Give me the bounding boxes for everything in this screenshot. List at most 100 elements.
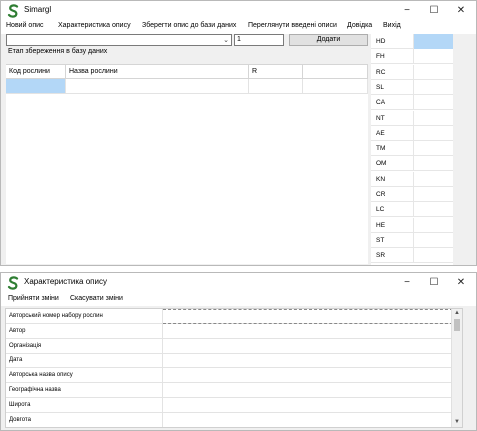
property-label: Автор: [6, 323, 163, 339]
code-label: ST: [376, 236, 385, 244]
property-label: Довгота: [6, 412, 163, 427]
code-value-cell[interactable]: [413, 110, 453, 126]
property-value-input[interactable]: [163, 383, 453, 398]
table-cell[interactable]: [66, 79, 249, 94]
code-value-cell[interactable]: [413, 64, 453, 80]
code-row[interactable]: HD: [371, 34, 453, 49]
scroll-thumb[interactable]: [454, 319, 460, 331]
plant-combobox[interactable]: ⌄: [6, 34, 232, 46]
menu-save-to-database[interactable]: Зберегти опис до бази даних: [142, 22, 236, 29]
window-title: Simargl: [24, 5, 52, 14]
property-value-input[interactable]: [163, 309, 453, 324]
property-row: Організація: [6, 338, 462, 354]
property-value-input[interactable]: [163, 368, 453, 383]
code-value-cell[interactable]: [413, 34, 453, 49]
code-row[interactable]: SR: [371, 248, 453, 264]
code-row[interactable]: RC: [371, 64, 453, 80]
header-r[interactable]: R: [249, 65, 303, 79]
maximize-button[interactable]: ☐: [419, 275, 449, 291]
code-value-cell[interactable]: [413, 187, 453, 202]
title-bar: Характеристика опису − ☐ ✕: [1, 273, 476, 293]
property-row: Авторська назва опису: [6, 368, 462, 384]
code-row[interactable]: FH: [371, 49, 453, 65]
vertical-scrollbar[interactable]: ▲ ▼: [451, 309, 462, 427]
minimize-button[interactable]: −: [392, 275, 422, 291]
code-label: SR: [376, 252, 386, 260]
code-row[interactable]: KN: [371, 171, 453, 187]
header-plant-code[interactable]: Код рослини: [6, 65, 66, 79]
code-row[interactable]: AE: [371, 125, 453, 141]
code-row[interactable]: SL: [371, 79, 453, 95]
main-window: Simargl − ☐ ✕ Новий опис Характеристика …: [0, 0, 477, 266]
property-value-input[interactable]: [163, 339, 453, 354]
property-label: Авторська назва опису: [6, 368, 163, 384]
code-row[interactable]: CR: [371, 187, 453, 202]
property-value-input[interactable]: [163, 353, 453, 368]
header-extra[interactable]: [303, 65, 368, 79]
code-row[interactable]: NT: [371, 110, 453, 126]
code-value-cell[interactable]: [413, 156, 453, 172]
code-value-cell[interactable]: [413, 125, 453, 141]
property-row: Довгота: [6, 412, 462, 427]
stage-label: Етап збереження в базу даних: [8, 48, 108, 55]
code-value-cell[interactable]: [413, 232, 453, 248]
table-cell[interactable]: [249, 79, 303, 94]
quantity-input[interactable]: 1: [234, 34, 284, 46]
code-value-cell[interactable]: [413, 141, 453, 157]
code-label: RC: [376, 68, 386, 76]
scroll-up-icon[interactable]: ▲: [452, 309, 462, 318]
code-label: KN: [376, 175, 386, 183]
maximize-button[interactable]: ☐: [419, 3, 449, 19]
code-label: HD: [376, 38, 386, 45]
table-cell[interactable]: [303, 79, 368, 94]
close-button[interactable]: ✕: [446, 3, 476, 19]
properties-grid: Авторський номер набору рослин Автор Орган…: [5, 308, 463, 428]
menu-help[interactable]: Довідка: [347, 22, 372, 29]
code-value-cell[interactable]: [413, 202, 453, 218]
property-value-input[interactable]: [163, 398, 453, 413]
code-label: FH: [376, 53, 385, 61]
code-label: CR: [376, 191, 386, 198]
cancel-changes-button[interactable]: Скасувати зміни: [70, 295, 123, 302]
code-row[interactable]: OM: [371, 156, 453, 172]
window-title: Характеристика опису: [24, 277, 107, 286]
code-value-cell[interactable]: [413, 217, 453, 233]
accept-changes-button[interactable]: Прийняти зміни: [8, 295, 59, 302]
property-value-input[interactable]: [163, 413, 453, 427]
property-row: Авторський номер набору рослин: [6, 309, 462, 324]
property-row: Широта: [6, 397, 462, 413]
plants-table: Код рослини Назва рослини R: [6, 64, 368, 264]
menu-new-description[interactable]: Новий опис: [6, 22, 44, 29]
code-value-cell[interactable]: [413, 79, 453, 95]
code-value-cell[interactable]: [413, 95, 453, 111]
scroll-down-icon[interactable]: ▼: [452, 418, 462, 427]
code-label: SL: [376, 83, 384, 91]
code-label: HE: [376, 221, 386, 229]
property-label: Широта: [6, 397, 163, 413]
title-bar: Simargl − ☐ ✕: [1, 1, 476, 21]
code-value-cell[interactable]: [413, 49, 453, 65]
code-label: CA: [376, 99, 386, 107]
property-label: Географічна назва: [6, 383, 163, 398]
code-value-cell[interactable]: [413, 171, 453, 187]
code-value-cell[interactable]: [413, 248, 453, 264]
menu-description-characteristics[interactable]: Характеристика опису: [58, 22, 131, 29]
codes-table: HD FH RC SL CA NT AE TM OM KN CR LC HE ST SR: [371, 34, 453, 265]
description-toolbar: Прийняти зміни Скасувати зміни: [1, 293, 476, 306]
simargl-logo-icon: [7, 276, 19, 290]
table-cell[interactable]: [6, 79, 66, 94]
property-row: Географічна назва: [6, 383, 462, 398]
chevron-down-icon[interactable]: ⌄: [223, 36, 229, 44]
close-button[interactable]: ✕: [446, 275, 476, 291]
menu-view-descriptions[interactable]: Переглянути введені описи: [248, 22, 337, 29]
property-value-input[interactable]: [163, 324, 453, 339]
code-row[interactable]: HE: [371, 217, 453, 233]
code-row[interactable]: TM: [371, 141, 453, 157]
code-row[interactable]: ST: [371, 232, 453, 248]
header-plant-name[interactable]: Назва рослини: [66, 65, 249, 79]
add-button[interactable]: Додати: [289, 34, 368, 46]
code-row[interactable]: CA: [371, 95, 453, 111]
menu-exit[interactable]: Вихід: [383, 22, 401, 29]
code-row[interactable]: LC: [371, 202, 453, 218]
minimize-button[interactable]: −: [392, 3, 422, 19]
